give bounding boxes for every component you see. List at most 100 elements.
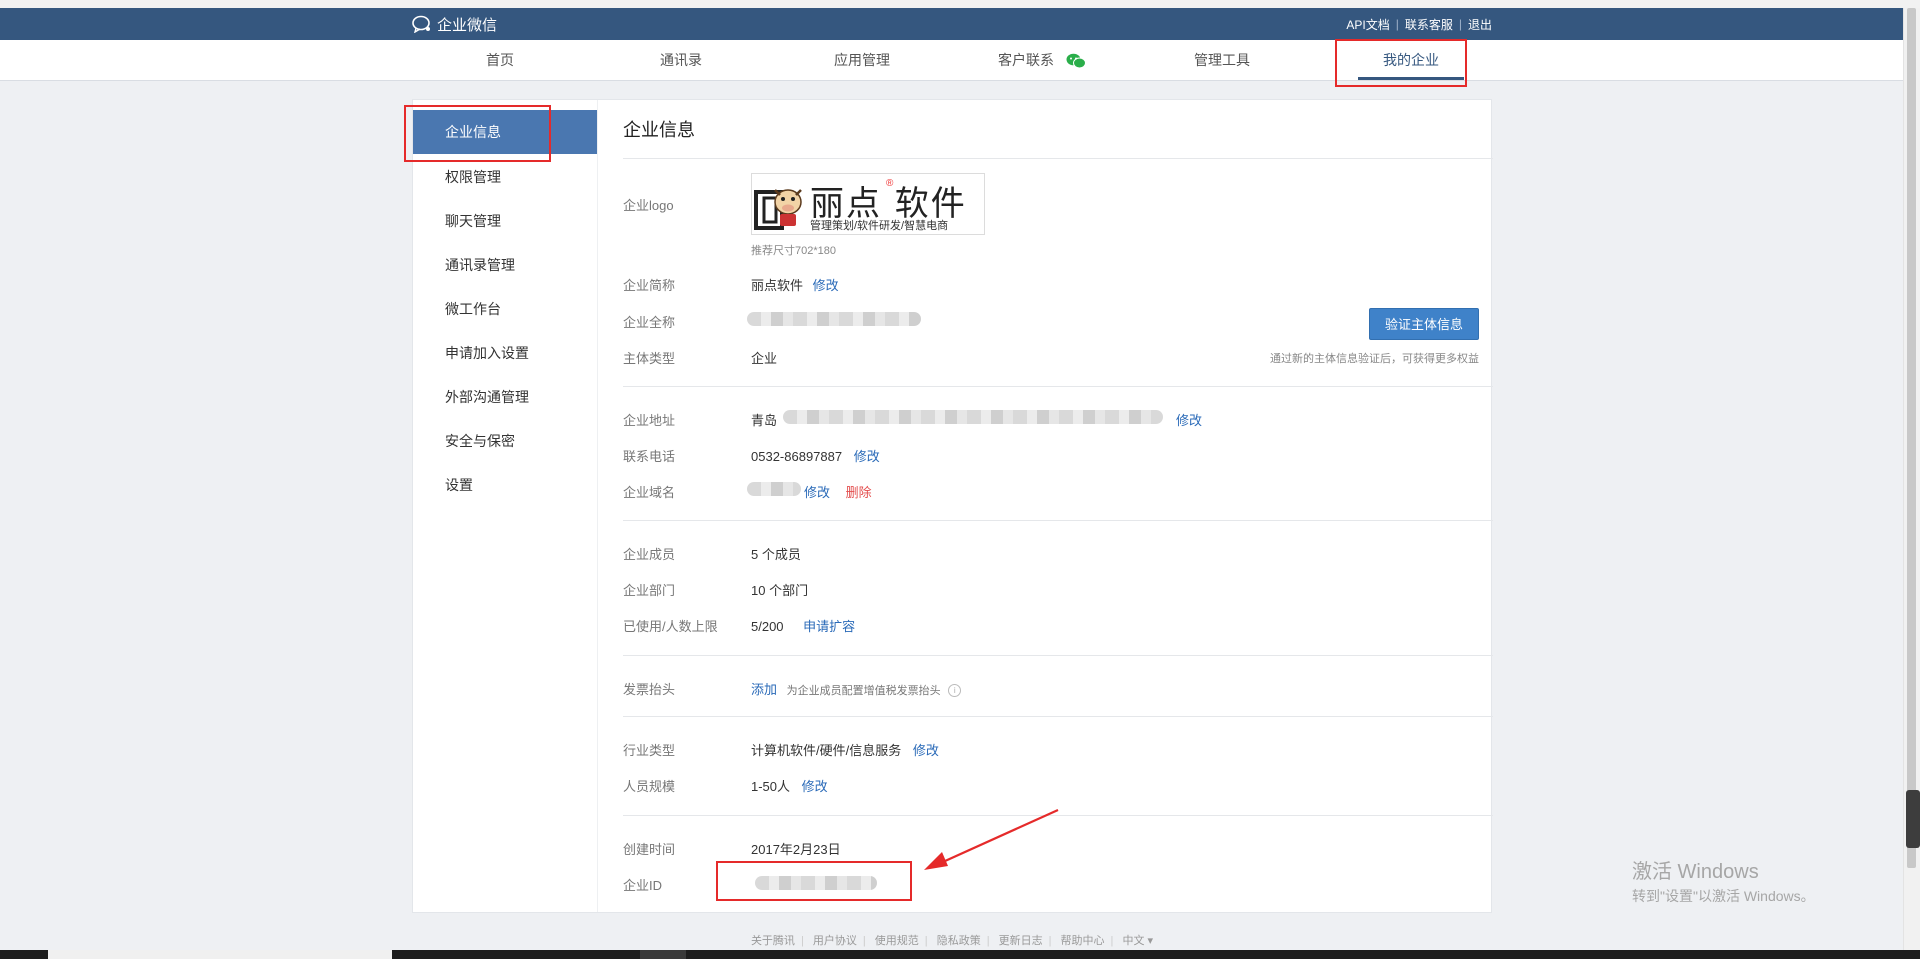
scale-label: 人员规模 (623, 779, 676, 794)
highlight-box-sidebar (404, 105, 551, 162)
logo-size-hint: 推荐尺寸702*180 (751, 245, 836, 257)
footer-terms[interactable]: 用户协议 (813, 935, 857, 947)
divider (623, 158, 1493, 159)
footer-language[interactable]: 中文 ▾ (1122, 935, 1153, 947)
wechat-icon (1066, 53, 1086, 69)
edit-industry-link[interactable]: 修改 (913, 743, 939, 758)
red-arrow-annotation (924, 808, 1059, 870)
edit-scale-link[interactable]: 修改 (802, 779, 828, 794)
verify-hint: 通过新的主体信息验证后，可获得更多权益 (1270, 353, 1479, 365)
members-label: 企业成员 (623, 547, 676, 562)
separator: | (1458, 17, 1462, 31)
company-logo-image[interactable]: 丽点 软件 ® 管理策划/软件研发/智慧电商 (751, 173, 985, 235)
created-label: 创建时间 (623, 842, 676, 857)
app-name: 企业微信 (437, 16, 498, 34)
industry-label: 行业类型 (623, 743, 676, 758)
taskbar-item[interactable] (640, 950, 686, 959)
edit-short-name-link[interactable]: 修改 (813, 278, 839, 293)
sidebar-item-settings[interactable]: 设置 (413, 463, 597, 507)
scale-value: 1-50人 (751, 779, 791, 794)
address-label: 企业地址 (623, 413, 676, 428)
footer-rules[interactable]: 使用规范 (875, 935, 919, 947)
add-invoice-link[interactable]: 添加 (751, 682, 777, 697)
divider (623, 520, 1493, 521)
edit-address-link[interactable]: 修改 (1176, 410, 1202, 429)
domain-label: 企业域名 (623, 485, 676, 500)
footer-privacy[interactable]: 隐私政策 (937, 935, 981, 947)
invoice-label: 发票抬头 (623, 682, 676, 697)
divider (623, 716, 1493, 717)
phone-row: 0532-86897887 修改 (751, 446, 880, 465)
company-info-panel: 企业信息 企业logo 丽点 软件 ® 管理策划/软件研发/智慧电商 推荐尺寸7… (597, 100, 1493, 912)
logo-subtitle: 管理策划/软件研发/智慧电商 (810, 220, 949, 232)
sidebar: 企业信息 权限管理 聊天管理 通讯录管理 微工作台 申请加入设置 外部沟通管理 … (413, 100, 598, 912)
full-name-redacted (747, 312, 921, 326)
sidebar-item-join-settings[interactable]: 申请加入设置 (413, 331, 597, 375)
departments-label: 企业部门 (623, 583, 676, 598)
contact-service-link[interactable]: 联系客服 (1405, 16, 1453, 33)
sidebar-item-security[interactable]: 安全与保密 (413, 419, 597, 463)
limit-row: 5/200 申请扩容 (751, 616, 855, 635)
watermark-line1: 激活 Windows (1632, 861, 1759, 883)
taskbar-item[interactable] (48, 950, 392, 959)
sidebar-item-workbench[interactable]: 微工作台 (413, 287, 597, 331)
highlight-box-nav (1335, 39, 1467, 87)
main-nav: 首页 通讯录 应用管理 客户联系 管理工具 我的企业 (0, 40, 1904, 81)
windows-activation-watermark: 激活 Windows 转到"设置"以激活 Windows。 (1632, 855, 1815, 906)
cow-mascot-icon (754, 189, 802, 230)
invoice-row: 添加 为企业成员配置增值税发票抬头 i (751, 679, 962, 698)
short-name-value: 丽点软件 (751, 278, 804, 293)
sidebar-item-external[interactable]: 外部沟通管理 (413, 375, 597, 419)
created-value: 2017年2月23日 (751, 842, 841, 857)
industry-row: 计算机软件/硬件/信息服务 修改 (751, 740, 939, 759)
address-redacted (783, 410, 1163, 424)
full-name-label: 企业全称 (623, 315, 676, 330)
entity-type-label: 主体类型 (623, 351, 676, 366)
departments-value: 10 个部门 (751, 583, 809, 598)
browser-strip (0, 0, 1920, 8)
edit-domain-link[interactable]: 修改 (804, 485, 830, 500)
logout-link[interactable]: 退出 (1468, 16, 1492, 33)
sidebar-item-chat[interactable]: 聊天管理 (413, 199, 597, 243)
main-card: 企业信息 权限管理 聊天管理 通讯录管理 微工作台 申请加入设置 外部沟通管理 … (412, 99, 1493, 913)
verify-entity-button[interactable]: 验证主体信息 (1369, 308, 1479, 340)
industry-value: 计算机软件/硬件/信息服务 (751, 743, 902, 758)
expand-link[interactable]: 申请扩容 (803, 619, 855, 634)
separator: | (1395, 17, 1399, 31)
delete-domain-link[interactable]: 删除 (846, 485, 872, 500)
nav-apps[interactable]: 应用管理 (820, 40, 904, 80)
invoice-hint: 为企业成员配置增值税发票抬头 (786, 685, 941, 697)
edge-widget (1906, 790, 1920, 848)
corp-id-label: 企业ID (623, 878, 663, 893)
footer-changelog[interactable]: 更新日志 (999, 935, 1043, 947)
top-links: API文档 | 联系客服 | 退出 (1346, 8, 1492, 40)
phone-label: 联系电话 (623, 449, 676, 464)
nav-tools[interactable]: 管理工具 (1180, 40, 1264, 80)
sidebar-item-contacts[interactable]: 通讯录管理 (413, 243, 597, 287)
taskbar (0, 950, 1920, 959)
short-name-row: 丽点软件 修改 (751, 275, 839, 294)
logo-registered-mark: ® (886, 178, 894, 189)
logo-label: 企业logo (623, 198, 674, 213)
api-docs-link[interactable]: API文档 (1346, 16, 1389, 33)
footer-about[interactable]: 关于腾讯 (751, 935, 795, 947)
nav-contacts[interactable]: 通讯录 (641, 40, 721, 80)
app-logo[interactable]: 企业微信 (412, 8, 497, 40)
nav-customer-label: 客户联系 (998, 52, 1055, 68)
entity-type-value: 企业 (751, 351, 778, 366)
footer-help[interactable]: 帮助中心 (1061, 935, 1105, 947)
info-icon[interactable]: i (948, 684, 962, 698)
edit-phone-link[interactable]: 修改 (854, 449, 880, 464)
wecom-logo-icon (412, 15, 430, 33)
watermark-line2: 转到"设置"以激活 Windows。 (1632, 888, 1815, 904)
members-value: 5 个成员 (751, 547, 801, 562)
address-value: 青岛 (751, 413, 778, 428)
nav-home[interactable]: 首页 (460, 40, 540, 80)
footer-links: 关于腾讯 | 用户协议 | 使用规范 | 隐私政策 | 更新日志 | 帮助中心 | 中文 ▾ (750, 935, 1154, 947)
divider (623, 655, 1493, 656)
short-name-label: 企业简称 (623, 278, 676, 293)
limit-label: 已使用/人数上限 (623, 619, 718, 634)
top-header: 企业微信 API文档 | 联系客服 | 退出 (0, 8, 1904, 40)
scroll-thumb[interactable] (1907, 8, 1916, 868)
nav-customer[interactable]: 客户联系 (992, 40, 1092, 80)
